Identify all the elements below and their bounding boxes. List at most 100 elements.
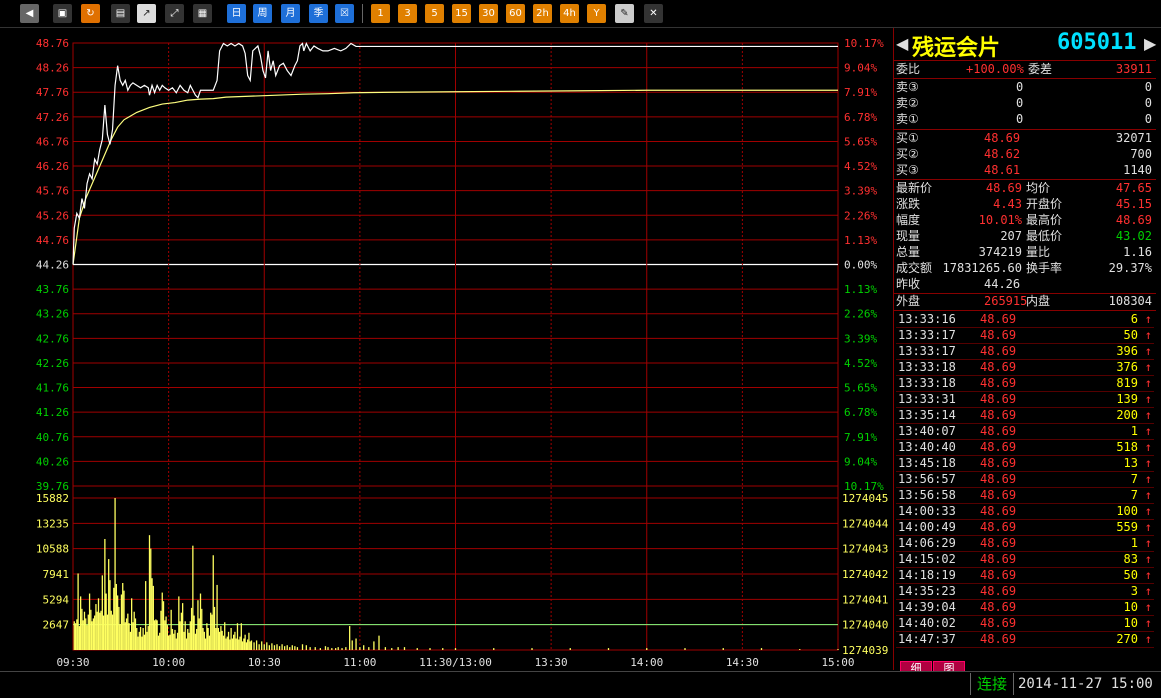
- day-period-button[interactable]: 日: [227, 4, 246, 23]
- tools-icon[interactable]: ✕: [644, 4, 663, 23]
- prev-close-row: 昨收 44.26: [896, 276, 1154, 292]
- pct-tick-label: 7.91%: [844, 86, 877, 99]
- tick-volume: 10: [1123, 616, 1138, 630]
- tick-price: 48.69: [980, 392, 1017, 406]
- min60-period-button[interactable]: 60: [506, 4, 525, 23]
- time-tick-label: 14:30: [726, 656, 759, 669]
- price-tick-label: 41.26: [36, 406, 69, 419]
- min15-period-button[interactable]: 15: [452, 4, 471, 23]
- quote-row: 成交额 17831265.60 换手率 29.37%: [896, 260, 1154, 276]
- pencil-icon[interactable]: ✎: [615, 4, 634, 23]
- up-arrow-icon: ↑: [1144, 424, 1152, 438]
- filter-icon[interactable]: Y: [587, 4, 606, 23]
- time-tick-label: 10:00: [152, 656, 185, 669]
- pct-tick-label: 2.26%: [844, 209, 877, 222]
- min3-period-button[interactable]: 3: [398, 4, 417, 23]
- tick-row: 13:33:17 48.69 396 ↑: [896, 343, 1154, 360]
- tick-volume: 7: [1130, 472, 1138, 486]
- tick-row: 14:00:49 48.69 559 ↑: [896, 519, 1154, 536]
- tick-volume: 83: [1123, 552, 1138, 566]
- table-icon[interactable]: ▦: [193, 4, 212, 23]
- tick-row: 13:33:17 48.69 50 ↑: [896, 327, 1154, 344]
- tick-row: 13:45:18 48.69 13 ↑: [896, 455, 1154, 472]
- tick-row: 14:40:02 48.69 10 ↑: [896, 615, 1154, 632]
- quote-row: 幅度 10.01% 最高价 48.69: [896, 212, 1154, 228]
- min30-period-button[interactable]: 30: [479, 4, 498, 23]
- tick-volume: 270: [1116, 632, 1138, 646]
- hour2-period-button[interactable]: 2h: [533, 4, 552, 23]
- price-tick-label: 40.26: [36, 455, 69, 468]
- toolbar: ◀ ▣ ↻ ▤ ↗ ⤢ ▦ 日周月季 ☒ 1 3 5 15 30 60 2h 4h Y ✎ ✕: [0, 0, 1161, 28]
- up-arrow-icon: ↑: [1144, 312, 1152, 326]
- refresh-icon[interactable]: ↻: [81, 4, 100, 23]
- quote-panel: ◀ 残运会片 605011 ▶ 委比 +100.00% 委差 33911 卖③ 0…: [893, 28, 1158, 670]
- hour4-period-button[interactable]: 4h: [560, 4, 579, 23]
- tick-time: 13:33:18: [898, 376, 956, 390]
- price-tick-label: 47.76: [36, 86, 69, 99]
- tick-volume: 819: [1116, 376, 1138, 390]
- intraday-chart: 48.76 10.17% 48.26 9.04% 47.76 7.91% 47.26 6.78…: [36, 37, 889, 669]
- pct-tick-label: 10.17%: [844, 37, 884, 50]
- tick-row: 13:33:18 48.69 819 ↑: [896, 375, 1154, 392]
- bid-volume: 32071: [1115, 131, 1152, 145]
- tick-row: 13:35:14 48.69 200 ↑: [896, 407, 1154, 424]
- prev-stock-icon[interactable]: ◀: [896, 34, 908, 53]
- up-arrow-icon: ↑: [1144, 328, 1152, 342]
- stock-title: ◀ 残运会片 605011 ▶: [894, 28, 1158, 61]
- bid-price: 48.61: [984, 163, 1021, 177]
- bid-row: 买② 48.62 700: [896, 146, 1154, 162]
- pct-tick-label: 1.13%: [844, 283, 877, 296]
- kline-chart-icon[interactable]: ⤢: [165, 4, 184, 23]
- ask-label: 卖②: [896, 96, 919, 110]
- tick-time: 13:45:18: [898, 456, 956, 470]
- status-datetime: 2014-11-27 15:00: [1018, 676, 1153, 692]
- bid-label: 买②: [896, 147, 919, 161]
- back-icon[interactable]: ◀: [20, 4, 39, 23]
- tick-volume: 100: [1116, 504, 1138, 518]
- next-stock-icon[interactable]: ▶: [1144, 34, 1156, 53]
- tick-row: 13:56:57 48.69 7 ↑: [896, 471, 1154, 488]
- quarter-period-button[interactable]: 季: [309, 4, 328, 23]
- quote-label: 均价: [1026, 181, 1051, 195]
- price-tick-label: 42.26: [36, 357, 69, 370]
- tick-row: 13:40:40 48.69 518 ↑: [896, 439, 1154, 456]
- month-period-button[interactable]: 月: [281, 4, 300, 23]
- quote-value: 43.02: [1115, 229, 1152, 243]
- tick-volume: 50: [1123, 568, 1138, 582]
- min5-period-button[interactable]: 5: [425, 4, 444, 23]
- quote-value: 29.37%: [1108, 261, 1152, 275]
- price-tick-label: 42.76: [36, 332, 69, 345]
- tick-time: 13:33:17: [898, 344, 956, 358]
- up-arrow-icon: ↑: [1144, 536, 1152, 550]
- up-arrow-icon: ↑: [1144, 600, 1152, 614]
- price-tick-label: 40.76: [36, 431, 69, 444]
- connection-status[interactable]: 连接: [970, 673, 1015, 695]
- min1-period-button[interactable]: 1: [371, 4, 390, 23]
- tick-price: 48.69: [980, 328, 1017, 342]
- up-arrow-icon: ↑: [1144, 584, 1152, 598]
- ask-row: 卖① 0 0: [896, 111, 1154, 127]
- year-period-button[interactable]: ☒: [335, 4, 354, 23]
- price-tick-label: 45.76: [36, 185, 69, 198]
- tick-volume: 7: [1130, 488, 1138, 502]
- tick-volume: 6: [1130, 312, 1138, 326]
- tick-price: 48.69: [980, 472, 1017, 486]
- tick-time: 14:35:23: [898, 584, 956, 598]
- prev-close-label: 昨收: [896, 277, 921, 291]
- bid-volume: 1140: [1123, 163, 1152, 177]
- time-tick-label: 14:00: [630, 656, 663, 669]
- ask-price: 0: [1016, 112, 1024, 126]
- week-period-button[interactable]: 周: [253, 4, 272, 23]
- intraday-chart-icon[interactable]: ↗: [137, 4, 156, 23]
- cube-icon[interactable]: ▣: [53, 4, 72, 23]
- tick-row: 13:40:07 48.69 1 ↑: [896, 423, 1154, 440]
- bid-volume: 700: [1130, 147, 1152, 161]
- up-arrow-icon: ↑: [1144, 632, 1152, 646]
- volume-tick-label: 10588: [36, 543, 69, 556]
- up-arrow-icon: ↑: [1144, 440, 1152, 454]
- quote-label: 现量: [896, 229, 921, 243]
- price-tick-label: 45.26: [36, 209, 69, 222]
- quote-label: 最新价: [896, 181, 933, 195]
- clipboard-icon[interactable]: ▤: [111, 4, 130, 23]
- tick-time: 13:33:18: [898, 360, 956, 374]
